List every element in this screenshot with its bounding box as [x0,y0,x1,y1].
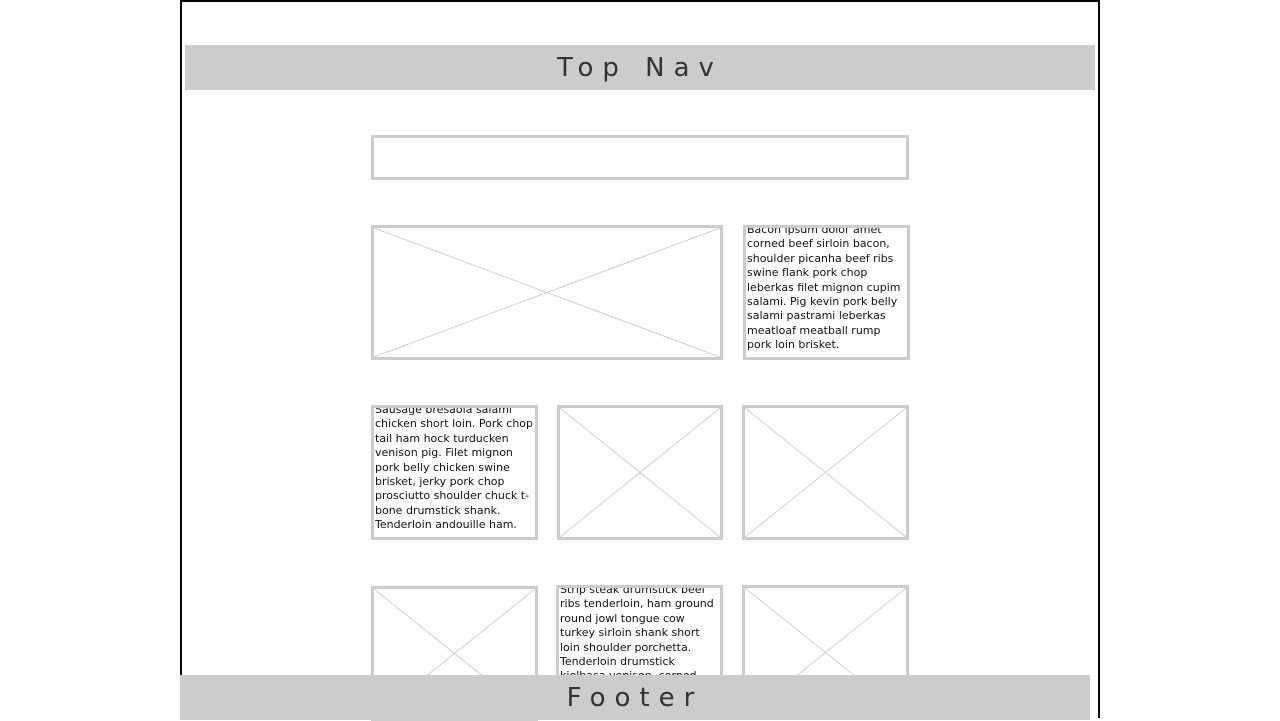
text-block-1-content: Bacon ipsum dolor amet corned beef sirlo… [747,225,901,352]
top-nav[interactable]: Top Nav [185,45,1095,90]
search-bar[interactable] [371,135,909,180]
image-placeholder-icon [374,228,720,357]
image-placeholder-icon [745,408,906,537]
image-placeholder-row2-col2 [557,405,723,540]
hero-image-placeholder [371,225,723,360]
text-block-2-content: Sausage bresaola salami chicken short lo… [375,405,534,532]
text-block-2: Sausage bresaola salami chicken short lo… [371,405,538,540]
top-nav-label: Top Nav [557,52,723,83]
footer-label: Footer [566,682,704,713]
image-placeholder-icon [560,408,720,537]
image-placeholder-row2-col3 [742,405,909,540]
footer[interactable]: Footer [180,675,1090,720]
text-block-1: Bacon ipsum dolor amet corned beef sirlo… [743,225,910,360]
